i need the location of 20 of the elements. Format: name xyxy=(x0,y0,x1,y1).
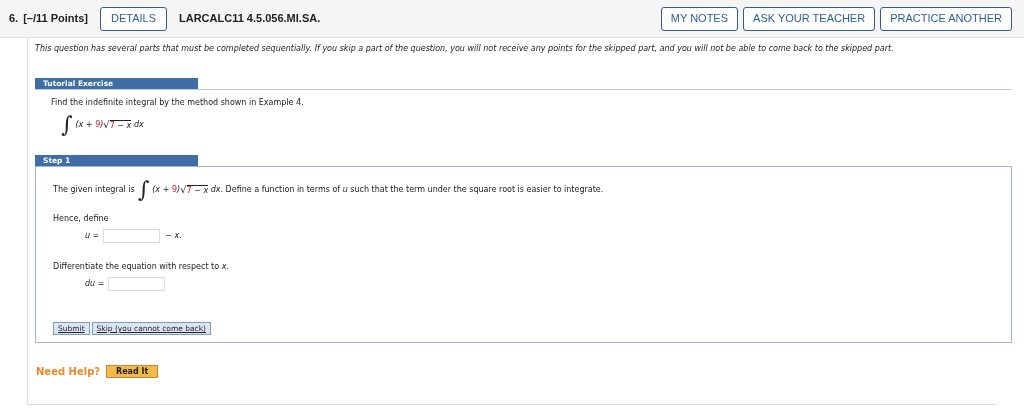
instruction-text: Find the indefinite integral by the method shown in Example 4. xyxy=(51,97,305,109)
step-text: Differentiate the equation with respect to x. xyxy=(53,261,230,273)
step-text: Hence, define xyxy=(53,213,110,225)
answer-field[interactable] xyxy=(103,229,161,243)
step-text: . Define a function in terms of u such that the term under the square root is easier to integrate. xyxy=(220,184,604,196)
help-label: Need Help? xyxy=(36,365,101,379)
notice-text: This question has several parts that must be completed sequentially. If you skip a part of the question, you will not receive any points for the skipped part, and you will not be able to come back to the skipped part. xyxy=(35,43,895,55)
equation-text: − x. xyxy=(165,230,182,242)
question-number: 6. xyxy=(9,11,19,27)
header-button[interactable]: MY NOTES xyxy=(660,6,739,31)
step-text: The given integral is xyxy=(53,184,135,196)
read-it-button[interactable]: Read It xyxy=(106,365,159,378)
equation-label: u = xyxy=(85,230,100,242)
answer-field[interactable] xyxy=(108,277,166,291)
header-button[interactable]: PRACTICE ANOTHER xyxy=(880,6,1012,31)
points-label: [–/11 Points] xyxy=(23,11,88,27)
header-button[interactable]: ASK YOUR TEACHER xyxy=(743,6,876,31)
details-button[interactable]: DETAILS xyxy=(100,6,167,31)
problem-id: LARCALC11 4.5.056.MI.SA. xyxy=(179,11,321,27)
equation-label: du = xyxy=(85,278,105,290)
